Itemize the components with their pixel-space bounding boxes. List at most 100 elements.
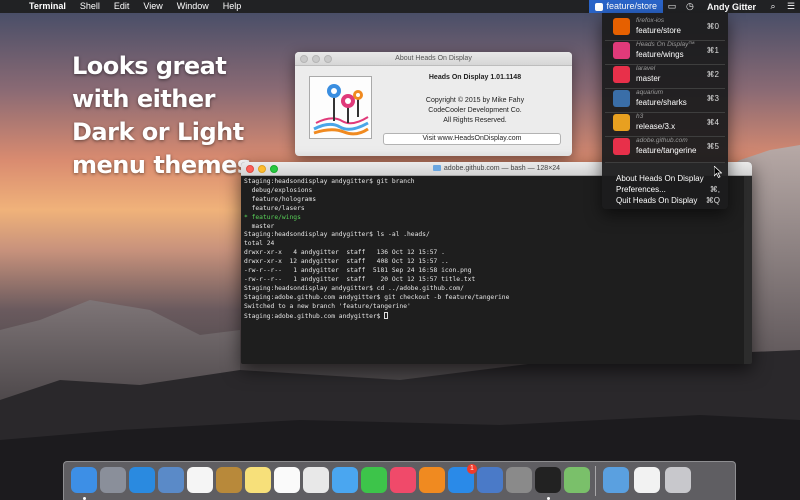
heads-on-display-dropdown: About Heads On Display Preferences... ⌘,… [602,13,728,209]
preferences-label: Preferences... [616,185,666,194]
terminal-line: Staging:headsondisplay andygitter$ cd ..… [244,284,464,292]
heads-on-display-icon [595,2,604,11]
repo-branch: feature/wings [636,50,684,59]
trash-icon[interactable] [665,467,691,493]
repo-name: adobe.github.com [636,137,688,144]
downloads-folder-icon[interactable] [603,467,629,493]
repo-shortcut: ⌘2 [706,70,719,79]
about-window-titlebar[interactable]: About Heads On Display [295,52,572,66]
dock: 1 [63,461,736,500]
terminal-line: Staging:adobe.github.com andygitter$ git… [244,293,510,301]
repo-shortcut: ⌘5 [706,142,719,151]
minimize-button[interactable] [312,55,320,63]
terminal-line: Staging:headsondisplay andygitter$ ls -a… [244,231,430,239]
repo-branch: feature/tangerine [636,146,697,155]
zoom-button[interactable] [324,55,332,63]
close-button[interactable] [246,165,254,173]
repo-name: h3 [636,113,644,120]
terminal-icon[interactable] [535,467,561,493]
terminal-line: total 24 [244,240,275,248]
hod-current-branch: feature/store [606,1,657,11]
terminal-line: -rw-r--r-- 1 andygitter staff 20 Oct 12 … [244,275,476,283]
time-machine-icon[interactable]: ◷ [681,1,699,12]
facetime-icon[interactable] [361,467,387,493]
terminal-line: drwxr-xr-x 4 andygitter staff 136 Oct 12… [244,249,445,257]
menu-app-terminal[interactable]: Terminal [22,0,73,13]
maps-icon[interactable] [564,467,590,493]
ibooks-icon[interactable] [419,467,445,493]
quit-label: Quit Heads On Display [616,196,698,205]
zoom-button[interactable] [270,165,278,173]
preferences-item[interactable]: Preferences... ⌘, [616,185,724,195]
heads-on-display-menu-item[interactable]: feature/store [589,0,663,13]
repo-name: laravel [636,65,656,72]
terminal-line: * feature/wings [244,213,301,221]
display-icon[interactable]: ▭ [663,1,681,12]
repo-menu-item[interactable]: laravel master ⌘2 [605,63,725,87]
menu-edit[interactable]: Edit [107,0,137,13]
preferences-shortcut: ⌘, [709,185,720,194]
menu-window[interactable]: Window [170,0,216,13]
reminders-icon[interactable] [274,467,300,493]
app-version: Heads On Display 1.01.1148 [428,74,522,81]
terminal-line: Staging:adobe.github.com andygitter$ [244,311,749,322]
spotlight-search-icon[interactable]: ⌕ [764,1,782,12]
promo-line: with either [72,85,216,113]
launchpad-icon[interactable] [100,467,126,493]
repo-icon [613,114,630,131]
repo-shortcut: ⌘0 [706,22,719,31]
copyright-text: Copyright © 2015 by Mike Fahy [425,97,525,104]
rights-text: All Rights Reserved. [443,117,507,124]
menu-view[interactable]: View [136,0,169,13]
app-logo-icon [309,76,372,139]
repo-branch: feature/store [636,26,681,35]
about-heads-on-display-item[interactable]: About Heads On Display [616,174,724,184]
repo-menu-item[interactable]: firefox-ios feature/store ⌘0 [605,15,725,39]
notification-center-icon[interactable]: ☰ [782,1,800,12]
terminal-line: drwxr-xr-x 12 andygitter staff 408 Oct 1… [244,258,449,266]
menu-shell[interactable]: Shell [73,0,107,13]
notes-icon[interactable] [245,467,271,493]
repo-shortcut: ⌘4 [706,118,719,127]
photos-icon[interactable] [303,467,329,493]
repo-menu-item[interactable]: adobe.github.com feature/tangerine ⌘5 [605,135,725,159]
repo-name: firefox-ios [636,17,665,24]
repo-shortcut: ⌘3 [706,94,719,103]
repo-name: Heads On Display™ [636,41,695,48]
repo-menu-item[interactable]: Heads On Display™ feature/wings ⌘1 [605,39,725,63]
terminal-title: adobe.github.com — bash — 128×24 [443,165,561,172]
contacts-icon[interactable] [216,467,242,493]
repo-shortcut: ⌘1 [706,46,719,55]
about-credits: Copyright © 2015 by Mike Fahy CodeCooler… [385,96,565,126]
itunes-icon[interactable] [390,467,416,493]
dock-divider [595,466,596,496]
repo-menu-item[interactable]: aquarium feature/sharks ⌘3 [605,87,725,111]
menu-help[interactable]: Help [216,0,249,13]
user-name[interactable]: Andy Gitter [699,2,764,12]
quit-item[interactable]: Quit Heads On Display ⌘Q [616,196,724,206]
menu-separator [605,162,725,163]
about-window-title: About Heads On Display [395,55,472,62]
safari-icon[interactable] [129,467,155,493]
mouse-pointer-icon [714,166,722,178]
terminal-scrollbar[interactable] [744,176,752,364]
quit-shortcut: ⌘Q [705,196,720,205]
repo-name: aquarium [636,89,664,96]
close-button[interactable] [300,55,308,63]
terminal-line: Switched to a new branch 'feature/tanger… [244,302,411,310]
system-preferences-icon[interactable] [506,467,532,493]
calendar-icon[interactable] [187,467,213,493]
promo-line: Looks great [72,52,227,80]
folder-icon [432,165,441,171]
company-text: CodeCooler Development Co. [428,107,522,114]
preview-icon[interactable] [158,467,184,493]
visit-website-button[interactable]: Visit www.HeadsOnDisplay.com [383,133,561,145]
messages-icon[interactable] [332,467,358,493]
app-store-icon[interactable]: 1 [448,464,477,493]
finder-icon[interactable] [71,467,97,493]
minimize-button[interactable] [258,165,266,173]
repo-menu-item[interactable]: h3 release/3.x ⌘4 [605,111,725,135]
documents-stack-icon[interactable] [634,467,660,493]
xcode-icon[interactable] [477,467,503,493]
repo-icon [613,42,630,59]
